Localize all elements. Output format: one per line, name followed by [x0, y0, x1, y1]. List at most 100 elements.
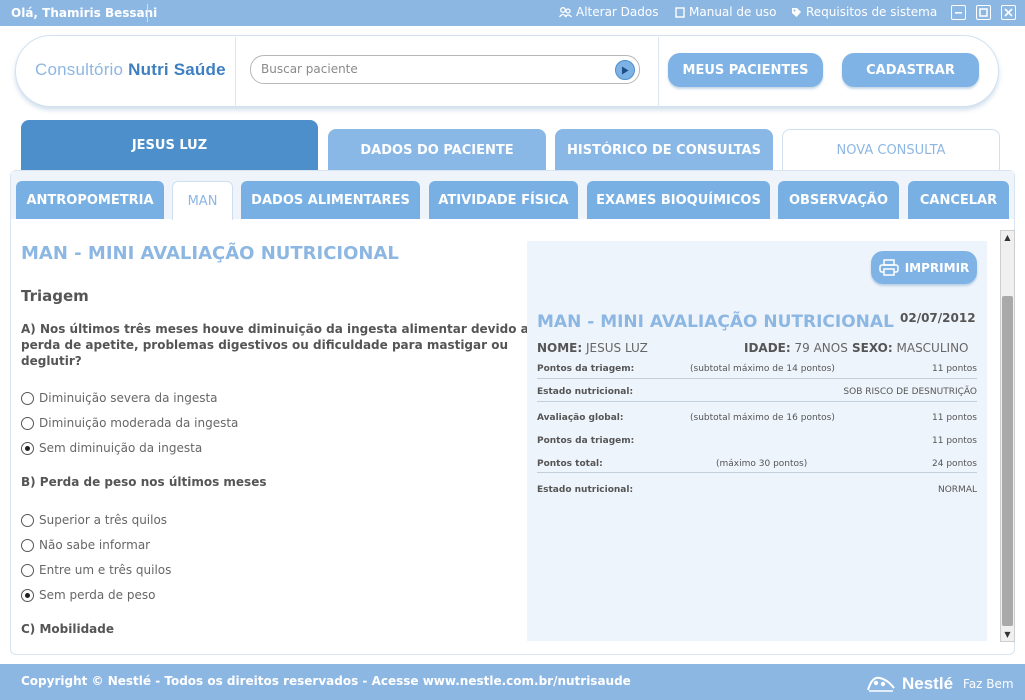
scroll-thumb[interactable] [1002, 296, 1013, 626]
footer: Copyright © Nestlé - Todos os direitos r… [0, 664, 1025, 700]
sex-label: SEXO: [852, 341, 893, 355]
tab-observacao[interactable]: OBSERVAÇÃO [778, 181, 899, 219]
row-label: Estado nutricional: [537, 485, 634, 495]
divider [658, 37, 659, 107]
cadastrar-button[interactable]: CADASTRAR [842, 53, 979, 87]
brand-tagline: Faz Bem [963, 677, 1014, 691]
radio-button[interactable] [21, 538, 34, 552]
radio-button-checked[interactable] [21, 441, 34, 455]
radio-label: Diminuição moderada da ingesta [39, 416, 239, 430]
row-value: 24 pontos [932, 459, 977, 469]
nestle-brand: Nestlé Faz Bem [866, 672, 1014, 696]
radio-button-checked[interactable] [21, 588, 34, 602]
close-button[interactable] [1001, 5, 1016, 20]
printer-icon [878, 259, 899, 276]
row-value: 11 pontos [932, 364, 977, 374]
divider [537, 472, 977, 473]
manual-label: Manual de uso [689, 5, 777, 19]
radio-option[interactable]: Superior a três quilos [21, 513, 167, 527]
maximize-icon [979, 8, 988, 17]
radio-label: Entre um e três quilos [39, 563, 172, 577]
manual-link[interactable]: Manual de uso [675, 5, 776, 19]
tab-atividade-fisica[interactable]: ATIVIDADE FÍSICA [429, 181, 578, 219]
radio-option[interactable]: Entre um e três quilos [21, 563, 171, 577]
question-b: B) Perda de peso nos últimos meses [21, 475, 267, 489]
alterar-dados-link[interactable]: Alterar Dados [559, 5, 658, 19]
requisitos-link[interactable]: Requisitos de sistema [791, 5, 937, 19]
radio-label: Sem perda de peso [39, 588, 156, 602]
report-title: MAN - MINI AVALIAÇÃO NUTRICIONAL [537, 312, 894, 332]
alterar-dados-label: Alterar Dados [576, 5, 659, 19]
play-icon [622, 66, 629, 74]
row-value: 11 pontos [932, 436, 977, 446]
question-a-line: perda de apetite, problemas digestivos o… [21, 338, 509, 352]
radio-button[interactable] [21, 513, 34, 527]
row-note: (subtotal máximo de 14 pontos) [690, 364, 835, 374]
tab-dados-paciente[interactable]: DADOS DO PACIENTE [328, 129, 546, 171]
scroll-up-icon[interactable]: ▲ [1001, 231, 1014, 244]
search-go-button[interactable] [615, 60, 635, 80]
tab-patient-name[interactable]: JESUS LUZ [21, 120, 318, 171]
scrollbar[interactable]: ▲ ▼ [1000, 230, 1015, 642]
question-a-line: deglutir? [21, 354, 82, 368]
scroll-down-icon[interactable]: ▼ [1001, 628, 1014, 641]
radio-option[interactable]: Não sabe informar [21, 538, 150, 552]
radio-option[interactable]: Sem perda de peso [21, 588, 155, 602]
radio-label: Diminuição severa da ingesta [39, 391, 218, 405]
minimize-button[interactable] [951, 5, 966, 20]
age-label: IDADE: [744, 341, 791, 355]
requisitos-label: Requisitos de sistema [806, 5, 938, 19]
meus-pacientes-button[interactable]: MEUS PACIENTES [668, 53, 823, 87]
search-input[interactable] [261, 62, 601, 76]
divider [537, 378, 977, 379]
tab-dados-alimentares[interactable]: DADOS ALIMENTARES [241, 181, 420, 219]
question-a-line: A) Nos últimos três meses houve diminuiç… [21, 322, 529, 336]
maximize-button[interactable] [976, 5, 991, 20]
close-icon [1004, 8, 1013, 17]
sex-value: MASCULINO [896, 341, 969, 355]
users-icon [559, 6, 572, 18]
radio-option[interactable]: Diminuição severa da ingesta [21, 391, 218, 405]
tag-icon [791, 7, 802, 18]
tab-historico[interactable]: HISTÓRICO DE CONSULTAS [555, 129, 773, 171]
form-title: MAN - MINI AVALIAÇÃO NUTRICIONAL [21, 243, 399, 264]
divider [537, 401, 977, 402]
radio-button[interactable] [21, 416, 34, 430]
print-button[interactable]: IMPRIMIR [871, 251, 977, 284]
divider [235, 37, 236, 107]
radio-option[interactable]: Diminuição moderada da ingesta [21, 416, 238, 430]
radio-button[interactable] [21, 391, 34, 405]
row-note: (subtotal máximo de 16 pontos) [690, 413, 835, 423]
tab-nova-consulta[interactable]: NOVA CONSULTA [782, 129, 1000, 171]
question-c: C) Mobilidade [21, 622, 114, 636]
copyright: Copyright © Nestlé - Todos os direitos r… [21, 674, 631, 688]
radio-button[interactable] [21, 563, 34, 577]
report-date: 02/07/2012 [900, 311, 976, 325]
name-label: NOME: [537, 341, 583, 355]
book-icon [675, 6, 685, 18]
top-bar: Olá, Thamiris Bessani Alterar Dados Manu… [0, 0, 1025, 26]
radio-option[interactable]: Sem diminuição da ingesta [21, 441, 202, 455]
row-label: Pontos da triagem: [537, 436, 635, 446]
radio-label: Sem diminuição da ingesta [39, 441, 203, 455]
age-value: 79 ANOS [794, 341, 848, 355]
minimize-icon [955, 12, 962, 14]
tab-antropometria[interactable]: ANTROPOMETRIA [16, 181, 164, 219]
search-box [250, 55, 640, 84]
brand-name: Nestlé [902, 674, 954, 693]
tab-cancelar[interactable]: CANCELAR [908, 181, 1009, 219]
row-value: NORMAL [937, 485, 977, 495]
logo: Consultório Nutri Saúde [35, 60, 226, 80]
patient-sex-field: SEXO: MASCULINO [852, 341, 969, 355]
greeting: Olá, Thamiris Bessani [11, 6, 158, 20]
nest-logo-icon [866, 672, 896, 696]
section-title: Triagem [21, 287, 89, 305]
row-value: SOB RISCO DE DESNUTRIÇÃO [843, 387, 977, 397]
tab-man[interactable]: MAN [172, 181, 233, 220]
tab-exames-bioquimicos[interactable]: EXAMES BIOQUÍMICOS [587, 181, 770, 219]
row-value: 11 pontos [932, 413, 977, 423]
patient-age-field: IDADE: 79 ANOS [744, 341, 848, 355]
patient-name-field: NOME: JESUS LUZ [537, 341, 648, 355]
logo-name: Nutri Saúde [128, 60, 226, 79]
row-label: Pontos total: [537, 459, 603, 469]
